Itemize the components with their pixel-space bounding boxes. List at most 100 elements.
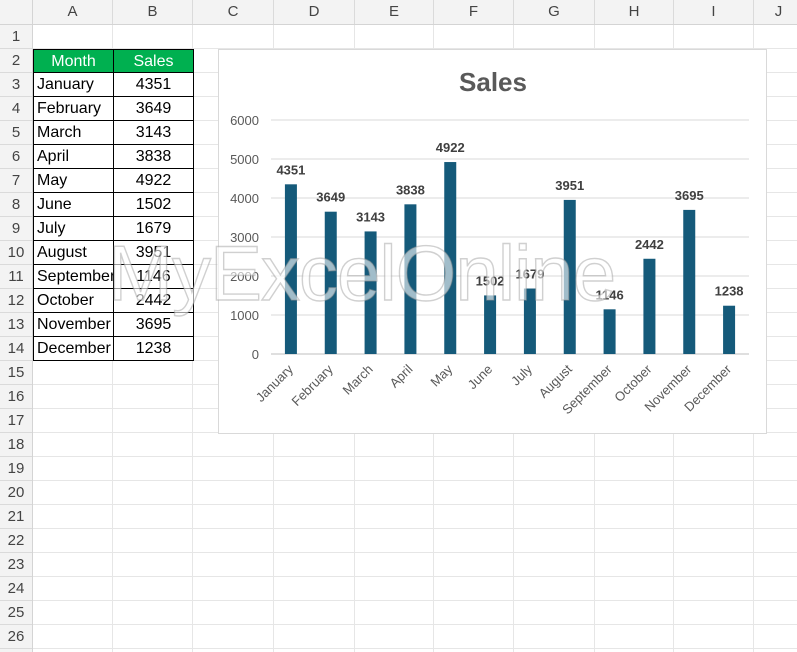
gridline-row — [33, 480, 797, 481]
cell-month[interactable]: April — [33, 145, 114, 169]
row-header-7[interactable]: 7 — [0, 169, 32, 193]
x-tick-label: August — [536, 361, 575, 400]
cell-month[interactable]: November — [33, 313, 114, 337]
cell-sales[interactable]: 3143 — [114, 121, 194, 145]
cell-sales[interactable]: 1502 — [114, 193, 194, 217]
bar-june — [484, 295, 497, 354]
data-label: 3649 — [316, 190, 345, 205]
cell-sales[interactable]: 4351 — [114, 73, 194, 97]
y-tick-label: 2000 — [230, 269, 259, 284]
gridline-row — [33, 576, 797, 577]
gridline-row — [33, 552, 797, 553]
bar-october — [643, 258, 656, 354]
bar-november — [683, 209, 696, 354]
cell-month[interactable]: February — [33, 97, 114, 121]
cell-month[interactable]: March — [33, 121, 114, 145]
row-header-19[interactable]: 19 — [0, 457, 32, 481]
column-header-d[interactable]: D — [274, 0, 355, 24]
y-tick-label: 0 — [252, 347, 259, 362]
cell-sales[interactable]: 1679 — [114, 217, 194, 241]
chart-title: Sales — [459, 67, 527, 97]
row-header-16[interactable]: 16 — [0, 385, 32, 409]
data-label: 4922 — [436, 140, 465, 155]
column-header-i[interactable]: I — [674, 0, 754, 24]
bar-september — [603, 309, 616, 354]
bar-january — [284, 184, 297, 354]
cell-month[interactable]: December — [33, 337, 114, 361]
column-headers: ABCDEFGHIJ — [33, 0, 797, 25]
row-header-3[interactable]: 3 — [0, 73, 32, 97]
header-month[interactable]: Month — [33, 49, 114, 73]
row-header-25[interactable]: 25 — [0, 601, 32, 625]
data-label: 3143 — [356, 209, 385, 224]
cell-sales[interactable]: 3838 — [114, 145, 194, 169]
data-label: 4351 — [276, 162, 305, 177]
column-header-b[interactable]: B — [113, 0, 193, 24]
cell-sales[interactable]: 3649 — [114, 97, 194, 121]
bar-july — [523, 288, 536, 354]
row-headers: 1 2 3 4 5 6 7 8 9 10 11 12 13 14 15 16 17 18 19 20 21 22 23 24 2… — [0, 25, 33, 652]
row-header-24[interactable]: 24 — [0, 577, 32, 601]
y-tick-label: 4000 — [230, 191, 259, 206]
gridline-row — [33, 456, 797, 457]
row-header-2[interactable]: 2 — [0, 49, 32, 73]
row-header-8[interactable]: 8 — [0, 193, 32, 217]
cell-month[interactable]: August — [33, 241, 114, 265]
row-header-23[interactable]: 23 — [0, 553, 32, 577]
row-header-22[interactable]: 22 — [0, 529, 32, 553]
sales-chart[interactable]: Sales 0 1000 2000 3000 4000 5000 6000 4351 Januar… — [218, 49, 767, 434]
column-header-e[interactable]: E — [355, 0, 434, 24]
data-label: 3951 — [555, 178, 584, 193]
cell-month[interactable]: July — [33, 217, 114, 241]
x-tick-label: April — [387, 361, 416, 390]
row-header-18[interactable]: 18 — [0, 433, 32, 457]
row-header-21[interactable]: 21 — [0, 505, 32, 529]
cell-sales[interactable]: 1238 — [114, 337, 194, 361]
cell-month[interactable]: May — [33, 169, 114, 193]
row-header-11[interactable]: 11 — [0, 265, 32, 289]
gridline-row — [33, 528, 797, 529]
cell-month[interactable]: September — [33, 265, 115, 289]
cell-month[interactable]: June — [33, 193, 114, 217]
row-header-12[interactable]: 12 — [0, 289, 32, 313]
row-header-17[interactable]: 17 — [0, 409, 32, 433]
cell-month[interactable]: January — [33, 73, 114, 97]
row-header-14[interactable]: 14 — [0, 337, 32, 361]
cell-sales[interactable]: 2442 — [114, 289, 194, 313]
select-all-corner[interactable] — [0, 0, 33, 25]
header-sales[interactable]: Sales — [114, 49, 194, 73]
cell-sales[interactable]: 3695 — [114, 313, 194, 337]
data-label: 3695 — [675, 188, 704, 203]
data-label: 1502 — [476, 273, 505, 288]
row-header-4[interactable]: 4 — [0, 97, 32, 121]
cell-sales[interactable]: 4922 — [114, 169, 194, 193]
column-header-a[interactable]: A — [33, 0, 113, 24]
row-header-6[interactable]: 6 — [0, 145, 32, 169]
column-header-c[interactable]: C — [193, 0, 274, 24]
row-header-26[interactable]: 26 — [0, 625, 32, 649]
cell-month[interactable]: October — [33, 289, 114, 313]
column-header-h[interactable]: H — [595, 0, 674, 24]
row-header-1[interactable]: 1 — [0, 25, 32, 49]
row-header-9[interactable]: 9 — [0, 217, 32, 241]
x-tick-label: July — [508, 361, 535, 388]
bar-may — [444, 162, 457, 354]
y-tick-label: 6000 — [230, 113, 259, 128]
column-header-j[interactable]: J — [754, 0, 797, 24]
row-header-20[interactable]: 20 — [0, 481, 32, 505]
column-header-f[interactable]: F — [434, 0, 514, 24]
row-header-10[interactable]: 10 — [0, 241, 32, 265]
gridline-row — [33, 504, 797, 505]
gridline-row — [33, 648, 797, 649]
y-tick-label: 1000 — [230, 308, 259, 323]
bar-december — [723, 305, 736, 354]
cell-sales[interactable]: 1146 — [114, 265, 194, 289]
column-header-g[interactable]: G — [514, 0, 595, 24]
bar-february — [324, 211, 337, 354]
cell-sales[interactable]: 3951 — [114, 241, 194, 265]
row-header-15[interactable]: 15 — [0, 361, 32, 385]
x-tick-label: February — [288, 361, 336, 409]
row-header-13[interactable]: 13 — [0, 313, 32, 337]
row-header-5[interactable]: 5 — [0, 121, 32, 145]
x-tick-label: March — [340, 362, 376, 398]
